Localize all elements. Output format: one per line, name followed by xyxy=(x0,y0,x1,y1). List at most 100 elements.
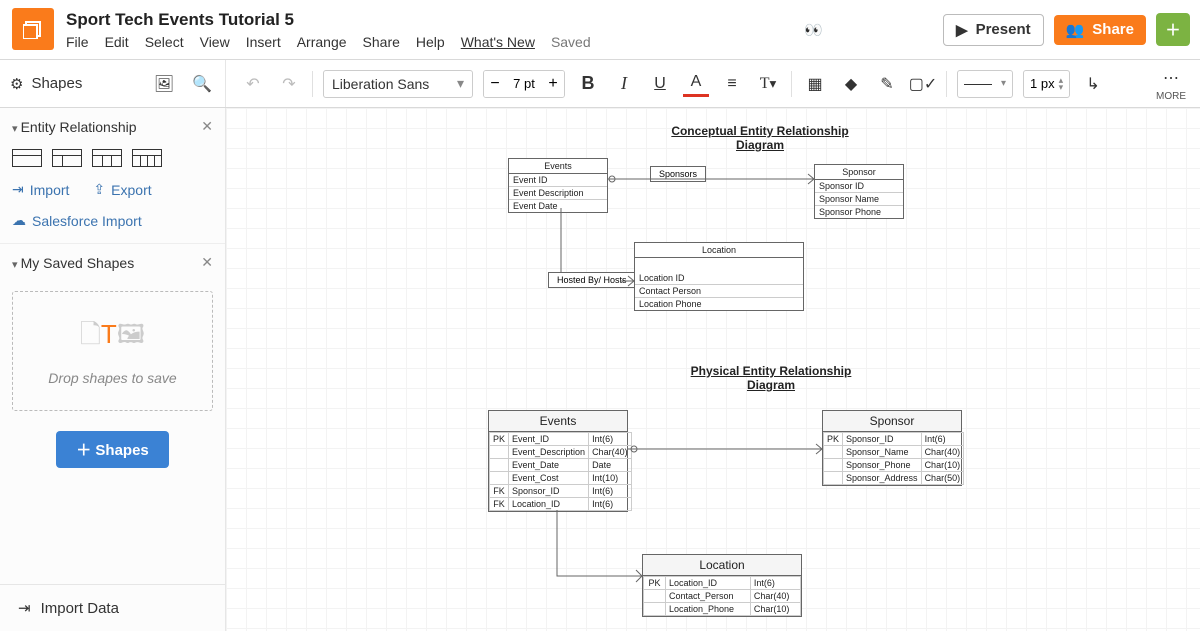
er-shape-2[interactable] xyxy=(52,149,82,167)
salesforce-import-link[interactable]: ☁Salesforce Import xyxy=(12,212,142,229)
entity-header: Sponsor xyxy=(823,411,961,432)
table-row: FKSponsor_IDInt(6) xyxy=(490,485,632,498)
table-row: Contact_PersonChar(40) xyxy=(644,590,801,603)
er-shape-3[interactable] xyxy=(92,149,122,167)
separator xyxy=(946,71,947,97)
text-color-button[interactable]: A xyxy=(683,71,709,97)
cloud-icon: ☁ xyxy=(12,212,26,229)
entity-field: Event Description xyxy=(509,187,607,200)
menu-arrange[interactable]: Arrange xyxy=(297,34,347,50)
table-row: Event_CostInt(10) xyxy=(490,472,632,485)
menu-edit[interactable]: Edit xyxy=(105,34,129,50)
section-title: My Saved Shapes xyxy=(12,255,134,271)
line-width-control[interactable]: 1 px ▴▾ xyxy=(1023,70,1070,98)
share-label: Share xyxy=(1092,21,1134,38)
line-color-button[interactable]: ✎ xyxy=(874,71,900,97)
line-arrow-button[interactable]: ↳ xyxy=(1080,71,1106,97)
table-row: FKLocation_IDInt(6) xyxy=(490,498,632,511)
redo-button[interactable]: ↷ xyxy=(276,71,302,97)
canvas[interactable]: Conceptual Entity Relationship Diagram E… xyxy=(226,108,1200,631)
entity-sponsor-conceptual[interactable]: Sponsor Sponsor ID Sponsor Name Sponsor … xyxy=(814,164,904,219)
more-button[interactable]: ⋯ xyxy=(1158,65,1184,91)
people-icon: 👥 xyxy=(1066,21,1085,39)
line-width-value: 1 px xyxy=(1030,76,1055,91)
present-label: Present xyxy=(976,21,1031,38)
separator xyxy=(312,71,313,97)
more-label: MORE xyxy=(1156,91,1186,102)
menu-whats-new[interactable]: What's New xyxy=(461,34,535,50)
fill-grid-button[interactable]: ▦ xyxy=(802,71,828,97)
add-shapes-button[interactable]: ＋ Shapes xyxy=(56,431,169,468)
import-icon: ⇥ xyxy=(12,181,24,198)
entity-events-physical[interactable]: Events PKEvent_IDInt(6)Event_Description… xyxy=(488,410,628,512)
feature-find-button[interactable]: 👀 Feature Find xyxy=(792,15,933,45)
fill-color-button[interactable]: ◆ xyxy=(838,71,864,97)
image-icon[interactable]: 🖼 xyxy=(151,71,177,97)
document-title[interactable]: Sport Tech Events Tutorial 5 xyxy=(66,10,792,30)
search-icon[interactable]: 🔍 xyxy=(189,71,215,97)
export-icon: ⇪ xyxy=(93,181,105,198)
section-my-saved-shapes[interactable]: My Saved Shapes ✕ xyxy=(0,243,225,281)
close-icon[interactable]: ✕ xyxy=(201,118,213,135)
er-shape-4[interactable] xyxy=(132,149,162,167)
line-style-select[interactable]: ▾ xyxy=(957,70,1013,98)
underline-button[interactable]: U xyxy=(647,71,673,97)
table-row: Sponsor_PhoneChar(10) xyxy=(824,459,964,472)
table-row: PKLocation_IDInt(6) xyxy=(644,577,801,590)
font-size-increase[interactable]: + xyxy=(542,71,564,97)
shapes-placeholder-icon: 🗋T🖼 xyxy=(80,316,145,360)
entity-field: Location ID xyxy=(635,272,803,285)
entity-field: Sponsor ID xyxy=(815,180,903,193)
menu-select[interactable]: Select xyxy=(145,34,184,50)
er-shape-1[interactable] xyxy=(12,149,42,167)
saved-shapes-dropzone[interactable]: 🗋T🖼 Drop shapes to save xyxy=(12,291,213,411)
entity-location-physical[interactable]: Location PKLocation_IDInt(6)Contact_Pers… xyxy=(642,554,802,617)
menu-file[interactable]: File xyxy=(66,34,89,50)
import-data-label: Import Data xyxy=(41,600,119,617)
entity-field: Event ID xyxy=(509,174,607,187)
present-button[interactable]: ▶ Present xyxy=(943,14,1044,46)
gear-icon[interactable]: ⚙ xyxy=(10,75,23,93)
menu-view[interactable]: View xyxy=(200,34,230,50)
font-size-control[interactable]: − + xyxy=(483,70,565,98)
import-data-button[interactable]: ⇥ Import Data xyxy=(0,584,225,631)
font-family-label: Liberation Sans xyxy=(332,76,429,92)
section-entity-relationship[interactable]: Entity Relationship ✕ xyxy=(0,108,225,145)
play-icon: ▶ xyxy=(956,21,968,39)
close-icon[interactable]: ✕ xyxy=(201,254,213,271)
app-logo[interactable] xyxy=(12,8,54,50)
entity-sponsor-physical[interactable]: Sponsor PKSponsor_IDInt(6)Sponsor_NameCh… xyxy=(822,410,962,486)
italic-button[interactable]: I xyxy=(611,71,637,97)
share-button[interactable]: 👥 Share xyxy=(1054,15,1146,45)
import-link[interactable]: ⇥Import xyxy=(12,181,69,198)
font-family-select[interactable]: Liberation Sans ▾ xyxy=(323,70,473,98)
menu-help[interactable]: Help xyxy=(416,34,445,50)
font-size-input[interactable] xyxy=(506,71,542,97)
bold-button[interactable]: B xyxy=(575,71,601,97)
entity-location-conceptual[interactable]: Location Location ID Contact Person Loca… xyxy=(634,242,804,311)
text-options-button[interactable]: T▾ xyxy=(755,71,781,97)
binoculars-icon: 👀 xyxy=(804,21,823,39)
entity-field: Event Date xyxy=(509,200,607,212)
export-link[interactable]: ⇪Export xyxy=(93,181,151,198)
entity-header: Location xyxy=(635,243,803,258)
undo-button[interactable]: ↶ xyxy=(240,71,266,97)
entity-field: Sponsor Name xyxy=(815,193,903,206)
menu-share[interactable]: Share xyxy=(363,34,400,50)
font-size-decrease[interactable]: − xyxy=(484,71,506,97)
save-status: Saved xyxy=(551,34,591,50)
chevron-down-icon: ▾ xyxy=(1001,78,1006,89)
relationship-hosted[interactable]: Hosted By/ Hosts xyxy=(548,272,636,288)
shape-options-button[interactable]: ▢✓ xyxy=(910,71,936,97)
align-button[interactable]: ≡ xyxy=(719,71,745,97)
table-row: Sponsor_NameChar(40) xyxy=(824,446,964,459)
relationship-sponsors[interactable]: Sponsors xyxy=(650,166,706,182)
menu-insert[interactable]: Insert xyxy=(246,34,281,50)
add-person-icon: ＋ xyxy=(1165,19,1180,40)
entity-events-conceptual[interactable]: Events Event ID Event Description Event … xyxy=(508,158,608,213)
shapes-panel-title: Shapes xyxy=(31,75,82,92)
chevron-down-icon: ▾ xyxy=(457,75,464,92)
separator xyxy=(791,71,792,97)
collab-button[interactable]: ＋ xyxy=(1156,13,1190,46)
entity-field: Contact Person xyxy=(635,285,803,298)
